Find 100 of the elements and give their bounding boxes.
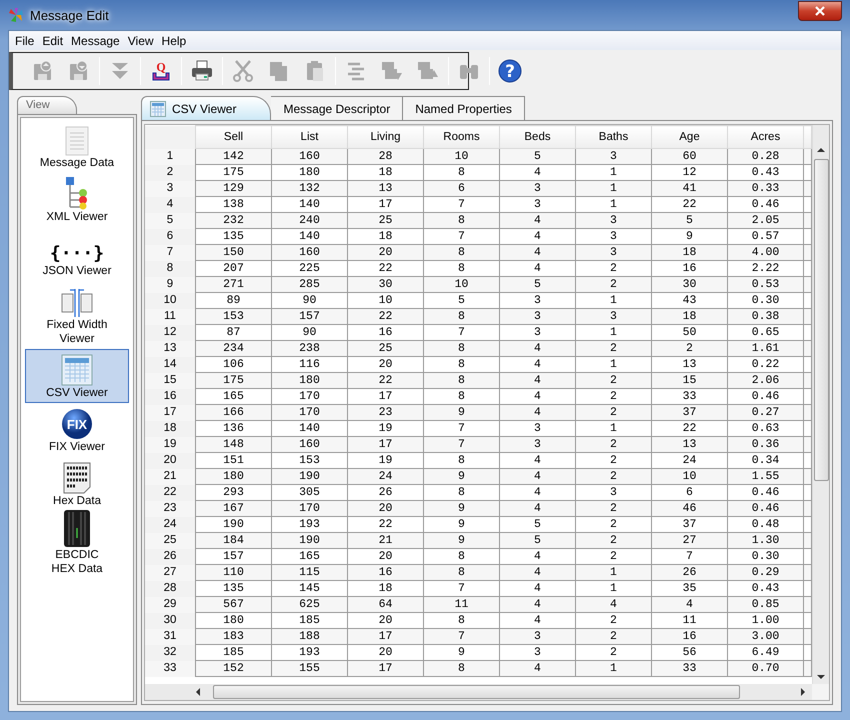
table-cell: 8 (424, 564, 500, 580)
row-number: 31 (145, 628, 196, 644)
tab[interactable]: CSV Viewer (141, 96, 272, 120)
tab[interactable]: Named Properties (403, 96, 525, 120)
row-number: 14 (145, 356, 196, 372)
tab[interactable]: Message Descriptor (271, 96, 404, 120)
row-number: 13 (145, 340, 196, 356)
sidebar-item[interactable]: Fixed Width Viewer (25, 281, 129, 349)
table-cell: 625 (272, 596, 348, 612)
menu-item[interactable]: Edit (38, 34, 68, 48)
vertical-scrollbar[interactable] (812, 125, 829, 684)
hex-sheet-icon (63, 462, 91, 494)
panel-tab[interactable]: View (17, 96, 77, 114)
table-cell: 190 (272, 532, 348, 548)
sidebar-item[interactable]: XML Viewer (25, 173, 129, 227)
close-button[interactable] (798, 1, 842, 21)
menu-item[interactable]: File (11, 34, 38, 48)
table-cell: 180 (196, 468, 272, 484)
table-cell: 3 (500, 308, 576, 324)
scroll-thumb[interactable] (213, 685, 740, 699)
menu-item[interactable]: View (124, 34, 158, 48)
scroll-up-icon[interactable] (817, 147, 825, 153)
table-cell: 64 (348, 596, 424, 612)
table-cell: 37 (652, 404, 728, 420)
table-cell: 232 (196, 212, 272, 228)
table-cell: 17 (348, 436, 424, 452)
table-cell: 25 (348, 340, 424, 356)
table-cell: 24 (348, 468, 424, 484)
table-cell: 142 (196, 148, 272, 164)
row-number: 28 (145, 580, 196, 596)
sidebar-item[interactable]: CSV Viewer (25, 349, 129, 403)
column-header[interactable]: Living (348, 126, 424, 148)
table-cell: 2 (576, 372, 652, 388)
column-header[interactable]: Acres (728, 126, 804, 148)
row-number: 12 (145, 324, 196, 340)
row-number: 20 (145, 452, 196, 468)
table-cell: 4 (500, 244, 576, 260)
column-header[interactable]: Beds (500, 126, 576, 148)
column-header[interactable]: Sell (196, 126, 272, 148)
table-cell: 0.27 (728, 404, 804, 420)
horizontal-scrollbar[interactable] (145, 684, 812, 700)
column-header[interactable]: List (272, 126, 348, 148)
column-header[interactable]: Baths (576, 126, 652, 148)
column-header[interactable]: Age (652, 126, 728, 148)
table-cell: 3 (576, 308, 652, 324)
table-cell: 157 (272, 308, 348, 324)
row-number: 2 (145, 164, 196, 180)
table-cell: 4 (652, 596, 728, 612)
table-cell: 2.05 (728, 212, 804, 228)
table-cell: 5 (500, 148, 576, 164)
scroll-right-icon[interactable] (800, 688, 806, 696)
table-cell: 5 (500, 532, 576, 548)
column-header[interactable]: Rooms (424, 126, 500, 148)
table-cell: 16 (348, 564, 424, 580)
table-cell: 15 (652, 372, 728, 388)
table-cell: 22 (348, 308, 424, 324)
table-cell: 7 (424, 436, 500, 452)
table-cell: 3 (500, 436, 576, 452)
table-cell: 175 (196, 372, 272, 388)
table-cell: 18 (652, 308, 728, 324)
table-cell: 4 (500, 212, 576, 228)
table-cell: 0.46 (728, 500, 804, 516)
table-cell: 1.61 (728, 340, 804, 356)
table-cell: 148 (196, 436, 272, 452)
menu-item[interactable]: Message (67, 34, 124, 48)
menu-item[interactable]: Help (158, 34, 190, 48)
table-cell: 183 (196, 628, 272, 644)
table-cell: 1 (576, 660, 652, 676)
table-cell: 2 (576, 276, 652, 292)
table-cell: 0.33 (728, 180, 804, 196)
sidebar-item[interactable]: Hex Data (25, 457, 129, 511)
row-number: 15 (145, 372, 196, 388)
printer-icon (190, 59, 214, 83)
table-cell: 238 (272, 340, 348, 356)
table-cell: 2.06 (728, 372, 804, 388)
table-cell: 20 (348, 500, 424, 516)
row-number: 26 (145, 548, 196, 564)
server-icon (62, 508, 92, 548)
table-cell: 13 (652, 436, 728, 452)
sidebar-item[interactable]: EBCDIC HEX Data (25, 511, 129, 579)
table-cell: 1 (576, 564, 652, 580)
scroll-left-icon[interactable] (195, 688, 201, 696)
table-cell: 4 (500, 340, 576, 356)
scroll-down-icon[interactable] (817, 674, 825, 680)
table-cell: 153 (196, 308, 272, 324)
table-cell: 2 (576, 500, 652, 516)
scroll-thumb[interactable] (814, 159, 828, 481)
tree-icon (64, 176, 90, 210)
table-cell: 0.29 (728, 564, 804, 580)
table-cell: 271 (196, 276, 272, 292)
table-cell: 3.00 (728, 628, 804, 644)
row-number: 16 (145, 388, 196, 404)
sidebar-item[interactable]: {···} JSON Viewer (25, 227, 129, 281)
table-cell: 184 (196, 532, 272, 548)
sidebar-item[interactable]: Message Data (25, 119, 129, 173)
table-cell: 9 (424, 468, 500, 484)
sidebar-item[interactable]: FIX FIX Viewer (25, 403, 129, 457)
row-number: 9 (145, 276, 196, 292)
table-cell: 10 (424, 276, 500, 292)
columns-icon (60, 286, 94, 318)
